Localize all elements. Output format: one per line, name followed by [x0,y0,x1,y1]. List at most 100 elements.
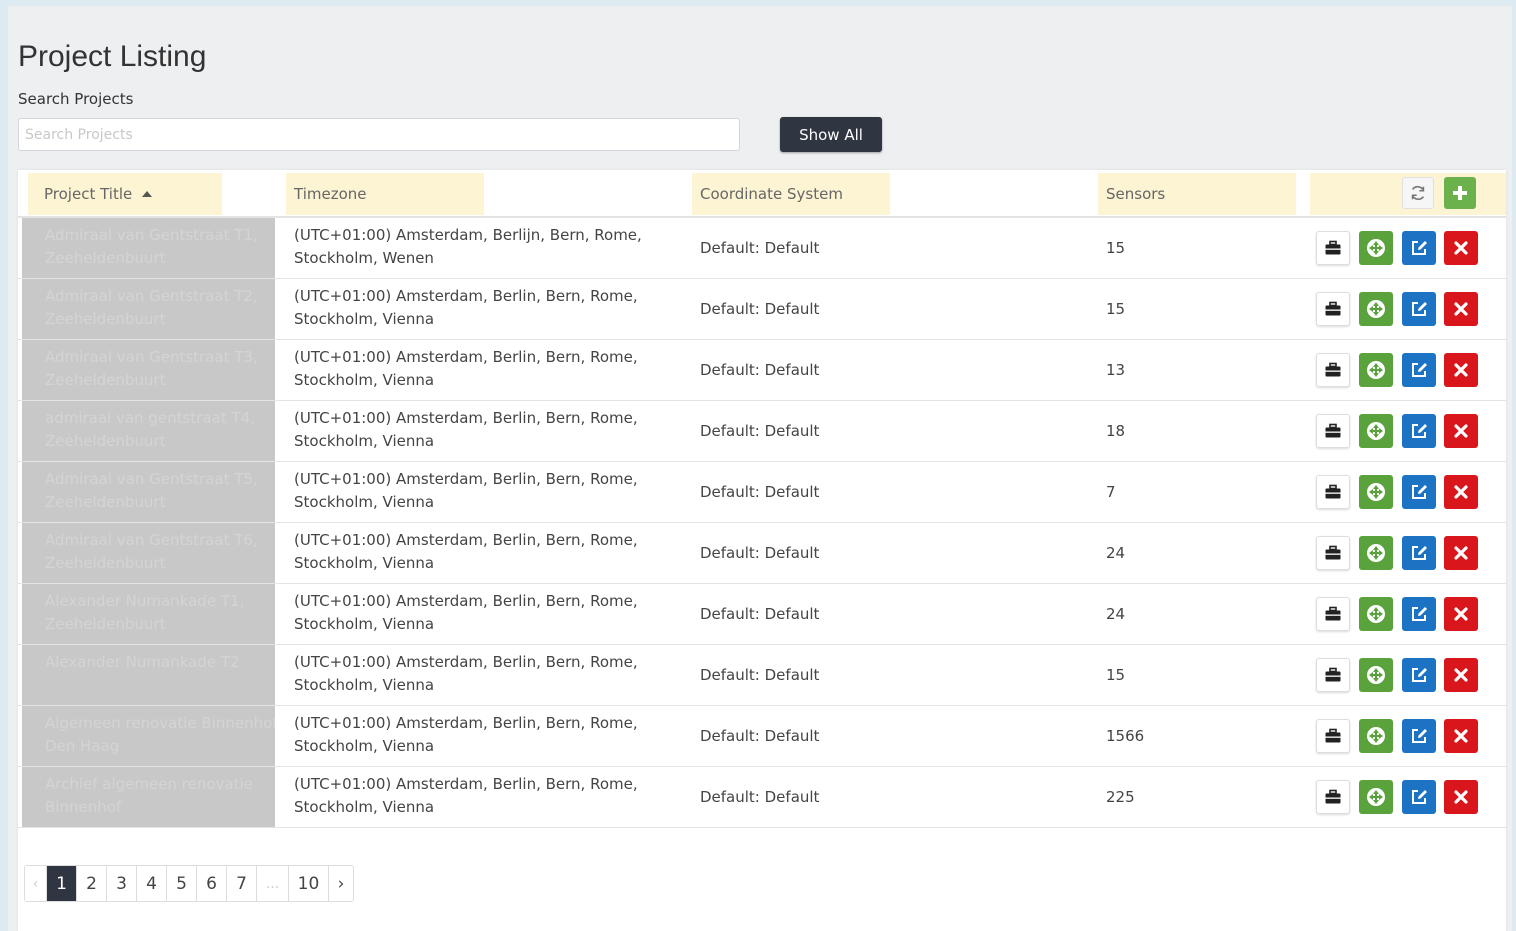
edit-icon [1412,668,1427,682]
briefcase-button[interactable] [1316,353,1350,387]
move-icon [1367,483,1385,501]
project-title-cell[interactable]: Archief algemeen renovatie Binnenhof [22,767,275,827]
move-button[interactable] [1359,353,1393,387]
coordinate-system-cell: Default: Default [700,727,820,745]
move-button[interactable] [1359,536,1393,570]
column-header-sensors[interactable]: Sensors [1098,173,1296,215]
project-title-cell[interactable]: Admiraal van Gentstraat T1, Zeeheldenbuur… [22,218,275,278]
project-title-cell[interactable]: Admiraal van Gentstraat T6, Zeeheldenbuur… [22,523,275,583]
pagination-page-6[interactable]: 6 [197,866,227,901]
edit-button[interactable] [1402,597,1436,631]
briefcase-button[interactable] [1316,658,1350,692]
delete-button[interactable] [1444,353,1478,387]
project-title-cell[interactable]: Alexander Numankade T1, Zeeheldenbuurt [22,584,275,644]
table-row[interactable]: Alexander Numankade T2 (UTC+01:00) Amster… [18,645,1506,706]
table-row[interactable]: Admiraal van Gentstraat T3, Zeeheldenbuur… [18,340,1506,401]
table-row[interactable]: admiraal van gentstraat T4, Zeeheldenbuur… [18,401,1506,462]
project-title-cell[interactable]: Algemeen renovatie Binnenhof, Den Haag [22,706,275,766]
project-title-cell[interactable]: admiraal van gentstraat T4, Zeeheldenbuur… [22,401,275,461]
column-header-project-title[interactable]: Project Title [28,173,222,215]
table-body: Admiraal van Gentstraat T1, Zeeheldenbuur… [18,218,1506,828]
timezone-cell: (UTC+01:00) Amsterdam, Berlin, Bern, Rom… [294,285,686,331]
pagination-page-7[interactable]: 7 [227,866,257,901]
table-row[interactable]: Admiraal van Gentstraat T2, Zeeheldenbuur… [18,279,1506,340]
briefcase-button[interactable] [1316,475,1350,509]
briefcase-button[interactable] [1316,719,1350,753]
briefcase-button[interactable] [1316,536,1350,570]
delete-button[interactable] [1444,597,1478,631]
project-title-cell[interactable]: Alexander Numankade T2 [22,645,275,705]
move-button[interactable] [1359,658,1393,692]
delete-button[interactable] [1444,719,1478,753]
refresh-button[interactable] [1402,177,1434,209]
pagination-page-4[interactable]: 4 [137,866,167,901]
sensors-cell: 15 [1106,300,1126,318]
timezone-cell: (UTC+01:00) Amsterdam, Berlin, Bern, Rom… [294,346,686,392]
show-all-button[interactable]: Show All [780,117,882,152]
briefcase-button[interactable] [1316,414,1350,448]
edit-button[interactable] [1402,719,1436,753]
pagination-next-button[interactable]: › [329,866,353,901]
edit-button[interactable] [1402,780,1436,814]
move-button[interactable] [1359,719,1393,753]
move-button[interactable] [1359,597,1393,631]
pagination-page-5[interactable]: 5 [167,866,197,901]
edit-button[interactable] [1402,475,1436,509]
delete-button[interactable] [1444,780,1478,814]
briefcase-icon [1325,240,1341,255]
move-icon [1367,422,1385,440]
edit-icon [1412,485,1427,499]
briefcase-icon [1325,423,1341,438]
timezone-line: Stockholm, Wenen [294,249,434,267]
briefcase-button[interactable] [1316,597,1350,631]
move-button[interactable] [1359,292,1393,326]
edit-button[interactable] [1402,353,1436,387]
move-button[interactable] [1359,414,1393,448]
edit-icon [1412,424,1427,438]
edit-button[interactable] [1402,231,1436,265]
edit-button[interactable] [1402,414,1436,448]
move-button[interactable] [1359,780,1393,814]
delete-button[interactable] [1444,658,1478,692]
project-title-line: Zeeheldenbuurt [45,249,166,267]
coordinate-system-cell: Default: Default [700,422,820,440]
edit-button[interactable] [1402,658,1436,692]
table-row[interactable]: Algemeen renovatie Binnenhof, Den Haag (UT… [18,706,1506,767]
edit-button[interactable] [1402,536,1436,570]
timezone-line: (UTC+01:00) Amsterdam, Berlin, Bern, Rom… [294,348,638,366]
delete-button[interactable] [1444,292,1478,326]
table-row[interactable]: Archief algemeen renovatie Binnenhof (UTC+… [18,767,1506,828]
table-row[interactable]: Alexander Numankade T1, Zeeheldenbuurt (UT… [18,584,1506,645]
move-button[interactable] [1359,475,1393,509]
briefcase-button[interactable] [1316,231,1350,265]
pagination-prev-button[interactable]: ‹ [25,866,47,901]
pagination-page-2[interactable]: 2 [77,866,107,901]
search-input[interactable] [18,118,740,151]
table-row[interactable]: Admiraal van Gentstraat T5, Zeeheldenbuur… [18,462,1506,523]
timezone-cell: (UTC+01:00) Amsterdam, Berlin, Bern, Rom… [294,773,686,819]
pagination-page-10[interactable]: 10 [289,866,329,901]
briefcase-button[interactable] [1316,780,1350,814]
column-header-timezone[interactable]: Timezone [286,173,484,215]
project-title-cell[interactable]: Admiraal van Gentstraat T3, Zeeheldenbuur… [22,340,275,400]
table-row[interactable]: Admiraal van Gentstraat T1, Zeeheldenbuur… [18,218,1506,279]
column-header-coordinate-system[interactable]: Coordinate System [692,173,890,215]
pagination-page-3[interactable]: 3 [107,866,137,901]
timezone-line: (UTC+01:00) Amsterdam, Berlin, Bern, Rom… [294,775,638,793]
briefcase-button[interactable] [1316,292,1350,326]
pagination-ellipsis[interactable]: ... [257,866,289,901]
move-button[interactable] [1359,231,1393,265]
timezone-line: Stockholm, Vienna [294,615,435,633]
delete-button[interactable] [1444,536,1478,570]
project-title-cell[interactable]: Admiraal van Gentstraat T2, Zeeheldenbuur… [22,279,275,339]
project-title-cell[interactable]: Admiraal van Gentstraat T5, Zeeheldenbuur… [22,462,275,522]
table-row[interactable]: Admiraal van Gentstraat T6, Zeeheldenbuur… [18,523,1506,584]
add-project-button[interactable] [1444,177,1476,209]
edit-button[interactable] [1402,292,1436,326]
pagination-page-1[interactable]: 1 [47,866,77,901]
delete-button[interactable] [1444,414,1478,448]
delete-button[interactable] [1444,475,1478,509]
close-icon [1454,302,1468,316]
delete-button[interactable] [1444,231,1478,265]
timezone-line: (UTC+01:00) Amsterdam, Berlin, Bern, Rom… [294,592,638,610]
